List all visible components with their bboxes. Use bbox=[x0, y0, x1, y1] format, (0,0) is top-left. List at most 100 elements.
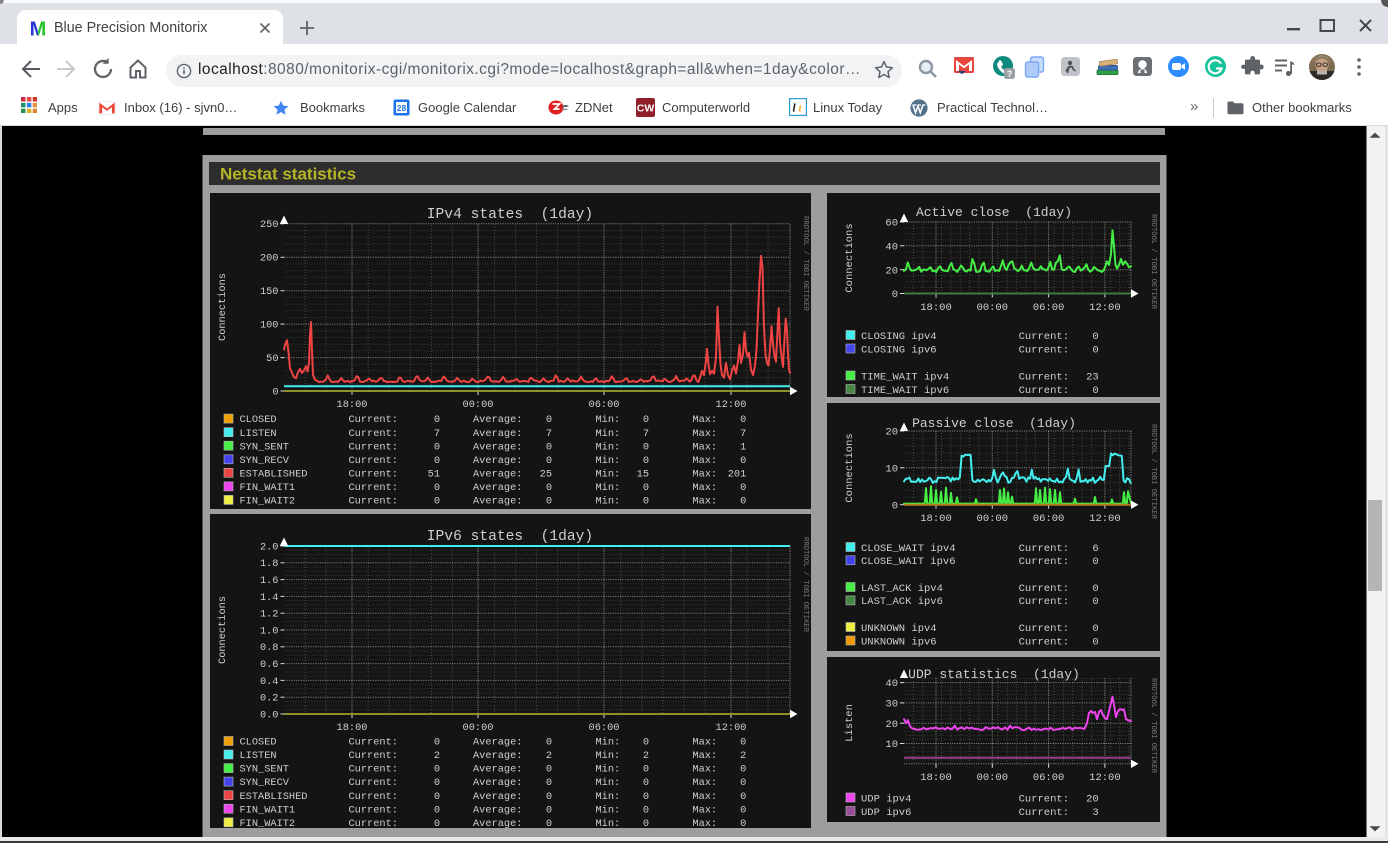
svg-text:Min:: Min: bbox=[596, 482, 621, 494]
svg-text:Max:: Max: bbox=[692, 455, 717, 467]
svg-text:Current:: Current: bbox=[1019, 596, 1069, 608]
svg-text:CLOSING ipv6: CLOSING ipv6 bbox=[861, 344, 937, 356]
svg-text:40: 40 bbox=[885, 678, 898, 690]
svg-text:15: 15 bbox=[637, 468, 649, 480]
svg-text:?: ? bbox=[1007, 69, 1013, 79]
svg-text:Max:: Max: bbox=[692, 818, 717, 830]
svg-text:0: 0 bbox=[740, 818, 746, 830]
svg-text:0: 0 bbox=[546, 777, 552, 789]
svg-text:0: 0 bbox=[1092, 331, 1098, 343]
svg-text:0: 0 bbox=[434, 804, 440, 816]
svg-text:0: 0 bbox=[643, 482, 649, 494]
svg-text:0: 0 bbox=[1092, 596, 1098, 608]
svg-text:Average:: Average: bbox=[473, 804, 522, 816]
svg-text:23: 23 bbox=[1086, 371, 1099, 383]
svg-text:Min:: Min: bbox=[596, 764, 621, 776]
svg-text:12:00: 12:00 bbox=[1089, 772, 1121, 784]
svg-text:Min:: Min: bbox=[596, 468, 621, 480]
svg-text:0: 0 bbox=[546, 818, 552, 830]
svg-text:Current:: Current: bbox=[1019, 543, 1069, 555]
svg-text:Max:: Max: bbox=[692, 777, 717, 789]
svg-text:Min:: Min: bbox=[596, 737, 621, 749]
svg-text:Listen: Listen bbox=[844, 704, 856, 742]
svg-text:Passive close (1day): Passive close (1day) bbox=[912, 416, 1076, 431]
svg-text:UDP ipv4: UDP ipv4 bbox=[861, 793, 911, 805]
svg-text:ESTABLISHED: ESTABLISHED bbox=[240, 468, 308, 480]
svg-text:Current:: Current: bbox=[349, 791, 398, 803]
svg-text:SYN_RECV: SYN_RECV bbox=[240, 777, 290, 789]
svg-text:LISTEN: LISTEN bbox=[240, 428, 277, 440]
svg-text:2: 2 bbox=[434, 750, 440, 762]
svg-text:1.8: 1.8 bbox=[260, 558, 279, 570]
svg-text:Min:: Min: bbox=[596, 804, 621, 816]
svg-text:Current:: Current: bbox=[1019, 807, 1069, 819]
svg-text:250: 250 bbox=[260, 219, 279, 231]
svg-text:0: 0 bbox=[434, 482, 440, 494]
svg-text:0: 0 bbox=[643, 441, 649, 453]
svg-text:2.0: 2.0 bbox=[260, 541, 279, 553]
svg-text:0: 0 bbox=[643, 737, 649, 749]
svg-text:RRDTOOL / TOBI OETIKER: RRDTOOL / TOBI OETIKER bbox=[1149, 678, 1157, 774]
svg-text:6: 6 bbox=[1092, 543, 1098, 555]
svg-text:Current:: Current: bbox=[1019, 636, 1069, 648]
svg-text:Average:: Average: bbox=[473, 791, 522, 803]
svg-text:SYN_SENT: SYN_SENT bbox=[240, 764, 289, 776]
svg-text:0: 0 bbox=[434, 496, 440, 508]
svg-text:Max:: Max: bbox=[692, 804, 717, 816]
svg-text:7: 7 bbox=[643, 428, 649, 440]
svg-text:Current:: Current: bbox=[1019, 371, 1069, 383]
svg-text:Current:: Current: bbox=[1019, 793, 1069, 805]
svg-text:10: 10 bbox=[885, 463, 898, 475]
svg-text:0: 0 bbox=[1092, 636, 1098, 648]
svg-text:Min:: Min: bbox=[596, 777, 621, 789]
svg-text:00:00: 00:00 bbox=[977, 513, 1009, 525]
svg-text:RRDTOOL / TOBI OETIKER: RRDTOOL / TOBI OETIKER bbox=[1149, 214, 1157, 310]
svg-text:06:00: 06:00 bbox=[1033, 513, 1065, 525]
svg-text:00:00: 00:00 bbox=[977, 772, 1009, 784]
svg-text:Current:: Current: bbox=[349, 428, 398, 440]
svg-text:50: 50 bbox=[266, 353, 278, 365]
svg-text:0: 0 bbox=[643, 818, 649, 830]
svg-text:1.4: 1.4 bbox=[260, 592, 279, 604]
svg-text:Current:: Current: bbox=[349, 455, 398, 467]
svg-text:0: 0 bbox=[434, 791, 440, 803]
svg-text:7: 7 bbox=[546, 428, 552, 440]
svg-text:Current:: Current: bbox=[349, 482, 398, 494]
svg-text:Max:: Max: bbox=[692, 496, 717, 508]
svg-text:00:00: 00:00 bbox=[463, 722, 494, 734]
svg-text:Min:: Min: bbox=[596, 441, 621, 453]
svg-text:LAST_ACK ipv4: LAST_ACK ipv4 bbox=[861, 583, 943, 595]
svg-text:0: 0 bbox=[1092, 385, 1098, 397]
svg-text:TIME_WAIT ipv4: TIME_WAIT ipv4 bbox=[861, 371, 949, 383]
svg-text:0: 0 bbox=[272, 386, 278, 398]
svg-text:0: 0 bbox=[740, 791, 746, 803]
svg-text:0: 0 bbox=[643, 455, 649, 467]
svg-text:0: 0 bbox=[434, 777, 440, 789]
svg-text:FIN_WAIT2: FIN_WAIT2 bbox=[240, 496, 296, 508]
svg-text:Current:: Current: bbox=[349, 468, 398, 480]
svg-text:Connections: Connections bbox=[844, 223, 856, 292]
svg-text:1.2: 1.2 bbox=[260, 609, 279, 621]
svg-text:100: 100 bbox=[260, 320, 279, 332]
svg-text:0: 0 bbox=[546, 455, 552, 467]
svg-text:Max:: Max: bbox=[692, 750, 717, 762]
svg-text:Max:: Max: bbox=[692, 468, 717, 480]
svg-text:0: 0 bbox=[740, 777, 746, 789]
svg-text:TIME_WAIT ipv6: TIME_WAIT ipv6 bbox=[861, 385, 949, 397]
svg-text:3: 3 bbox=[1092, 807, 1098, 819]
svg-text:Current:: Current: bbox=[349, 737, 398, 749]
svg-text:CLOSE_WAIT ipv4: CLOSE_WAIT ipv4 bbox=[861, 543, 956, 555]
svg-text:0: 0 bbox=[434, 441, 440, 453]
svg-text:Max:: Max: bbox=[692, 441, 717, 453]
svg-text:Average:: Average: bbox=[473, 441, 522, 453]
svg-text:0: 0 bbox=[434, 455, 440, 467]
svg-text:Max:: Max: bbox=[692, 414, 717, 426]
svg-text:Current:: Current: bbox=[349, 764, 398, 776]
svg-text:0: 0 bbox=[740, 496, 746, 508]
svg-text:RRDTOOL / TOBI OETIKER: RRDTOOL / TOBI OETIKER bbox=[1149, 424, 1157, 520]
svg-text:0: 0 bbox=[643, 496, 649, 508]
svg-text:28: 28 bbox=[397, 103, 407, 113]
svg-text:06:00: 06:00 bbox=[589, 722, 620, 734]
svg-text:0: 0 bbox=[434, 737, 440, 749]
svg-text:Average:: Average: bbox=[473, 764, 522, 776]
